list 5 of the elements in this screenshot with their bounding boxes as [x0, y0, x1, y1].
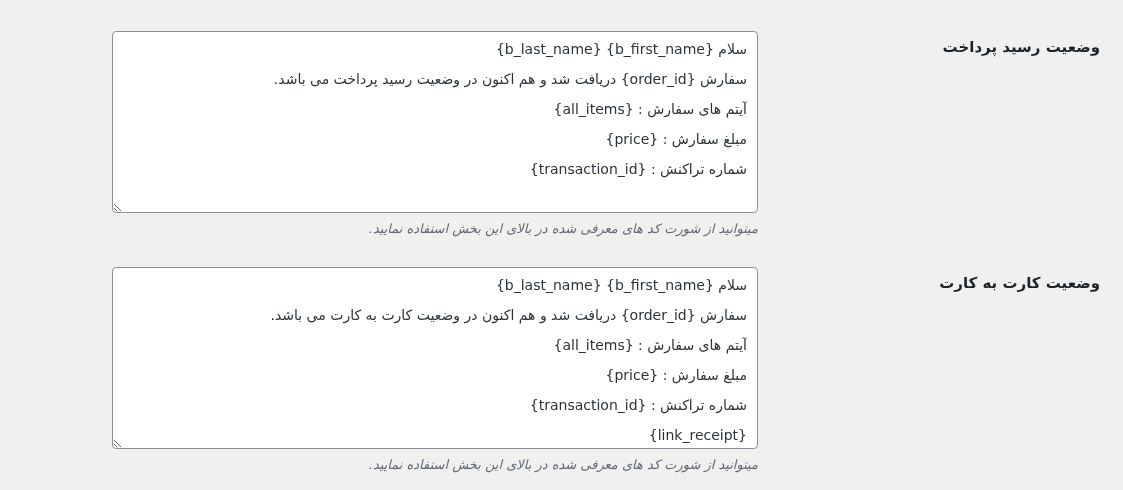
message-field[interactable]: سلام {b_first_name} {b_last_name} سفارش {order_id} دریافت شد و هم اکنون در وضعیت رسید پرداخت می باشد. آیتم های سفارش : {all_items} مبلغ سفارش : {price} شماره تراکنش : {transaction_id}	[112, 31, 758, 213]
field-description: میتوانید از شورت کد های معرفی شده در بالای این بخش استفاده نمایید.	[367, 221, 758, 236]
setting-label: وضعیت کارت به کارت	[938, 273, 1100, 292]
setting-label: وضعیت رسید پرداخت	[941, 37, 1100, 56]
field-description: میتوانید از شورت کد های معرفی شده در بالای این بخش استفاده نمایید.	[367, 457, 758, 472]
